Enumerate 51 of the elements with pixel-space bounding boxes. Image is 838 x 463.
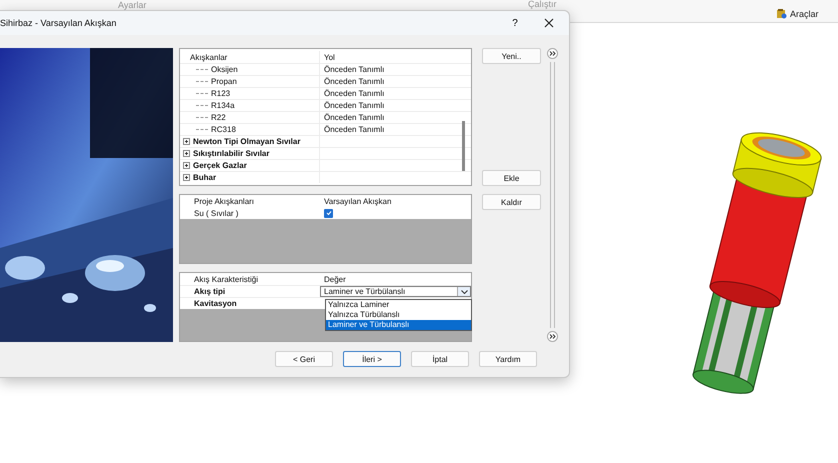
tree-item[interactable]: R123 <box>211 89 230 98</box>
tree-item[interactable]: R134a <box>211 101 235 110</box>
tools-button[interactable]: Araçlar <box>776 8 819 19</box>
column-header: Değer <box>323 274 347 285</box>
group-label: Ayarlar <box>118 0 146 10</box>
tree-item[interactable]: Newton Tipi Olmayan Sıvılar <box>193 137 300 146</box>
window-title: Sihirbaz - Varsayılan Akışkan <box>0 18 118 28</box>
dropdown-option[interactable]: Yalnızca Türbülanslı <box>326 310 471 320</box>
column-header: Varsayılan Akışkan <box>323 196 392 207</box>
table-cell-text: Önceden Tanımlı <box>323 112 386 123</box>
wizard-button[interactable]: İptal <box>411 351 469 367</box>
new-button[interactable]: Yeni.. <box>482 48 541 64</box>
tree-item[interactable]: Oksijen <box>211 65 238 74</box>
table-cell-text: Önceden Tanımlı <box>323 88 386 99</box>
toolbox-icon <box>776 8 787 19</box>
add-button[interactable]: Ekle <box>482 170 541 186</box>
column-header: Proje Akışkanları <box>193 196 256 207</box>
expand-icon[interactable] <box>183 174 190 181</box>
expand-panel-icon[interactable] <box>546 331 558 342</box>
table-cell-text: Önceden Tanımlı <box>323 76 386 87</box>
tree-item[interactable]: R22 <box>211 113 226 122</box>
tree-item[interactable]: Propan <box>211 77 237 86</box>
table-cell-text: Su ( Sıvılar ) <box>193 208 240 219</box>
column-header: Yol <box>323 52 336 63</box>
expand-panel-icon[interactable] <box>546 48 558 59</box>
wizard-button[interactable]: Yardım <box>479 351 537 367</box>
tree-item[interactable]: Buhar <box>193 173 216 182</box>
dropdown-option[interactable]: Yalnızca Laminer <box>326 300 471 310</box>
remove-button[interactable]: Kaldır <box>482 194 541 210</box>
tree-item[interactable]: Sıkıştırılabilir Sıvılar <box>193 149 270 158</box>
expand-icon[interactable] <box>183 150 190 157</box>
checkbox[interactable] <box>324 208 333 218</box>
chevron-icon <box>460 290 468 294</box>
tree-item[interactable]: RC318 <box>211 125 236 134</box>
dropdown-option[interactable]: Laminer ve Türbulanslı <box>326 320 471 330</box>
dropdown[interactable]: Laminer ve Türbülanslı <box>320 286 471 297</box>
table-cell-text: Önceden Tanımlı <box>323 124 386 135</box>
group-label: Çalıştır <box>528 0 557 9</box>
wizard-button[interactable]: < Geri <box>275 351 333 367</box>
table-cell-text: Önceden Tanımlı <box>323 64 386 75</box>
close-icon <box>544 18 554 28</box>
wizard-button[interactable]: İleri > <box>343 351 401 367</box>
table-cell-text: Akış tipi <box>193 286 226 297</box>
tree-item[interactable]: Gerçek Gazlar <box>193 161 247 170</box>
help-button[interactable]: ? <box>501 13 529 33</box>
table-cell-text: Önceden Tanımlı <box>323 100 386 111</box>
expand-icon[interactable] <box>183 138 190 145</box>
column-header: Akışkanlar <box>180 51 320 63</box>
expand-icon[interactable] <box>183 162 190 169</box>
table-cell-text: Kavitasyon <box>193 298 238 309</box>
column-header: Akış Karakteristiği <box>193 274 260 285</box>
